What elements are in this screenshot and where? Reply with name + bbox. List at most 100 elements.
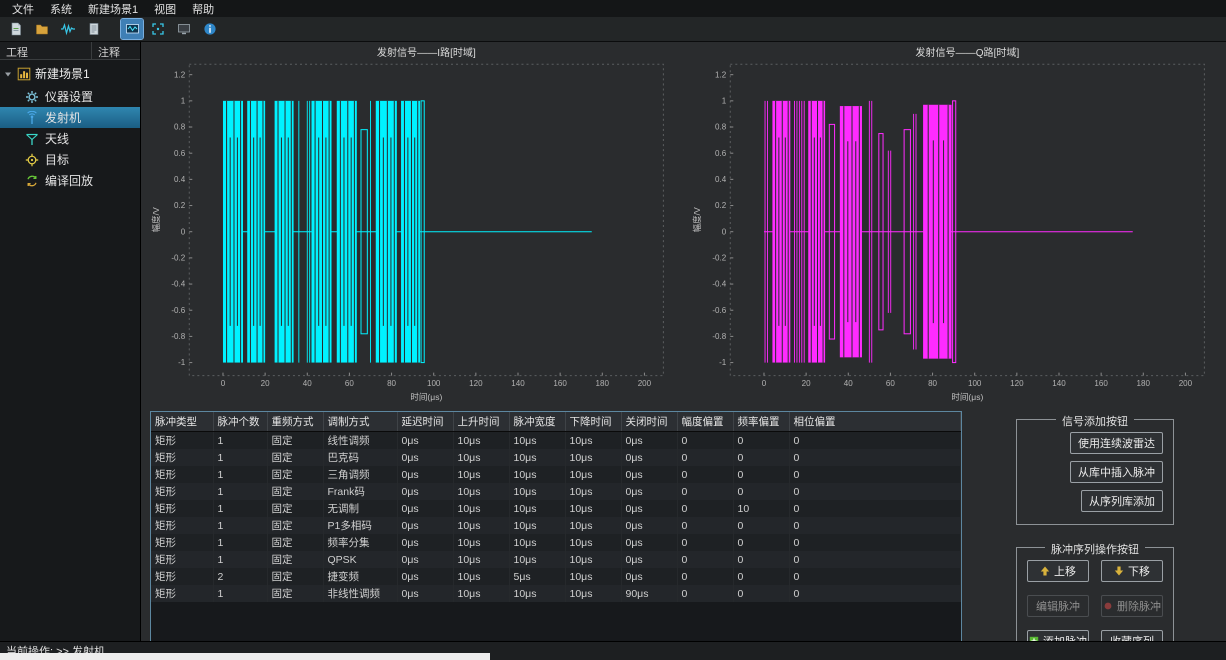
table-cell: 0 bbox=[733, 431, 790, 449]
sidebar-item-compile-replay[interactable]: 编译回放 bbox=[0, 170, 140, 191]
use-cw-radar-button[interactable]: 使用连续波雷达 bbox=[1070, 432, 1163, 454]
add-from-sequence-library-button[interactable]: 从序列库添加 bbox=[1081, 490, 1163, 512]
sidebar-root-label: 新建场景1 bbox=[35, 67, 90, 81]
table-cell: 10μs bbox=[565, 449, 622, 466]
column-header[interactable]: 下降时间 bbox=[565, 412, 622, 432]
tree-header-project: 工程 bbox=[0, 42, 92, 59]
sidebar-item-antenna[interactable]: 天线 bbox=[0, 128, 140, 149]
column-header[interactable]: 调制方式 bbox=[323, 412, 398, 432]
bottom-row: 脉冲类型 脉冲个数 重频方式 调制方式 延迟时间 上升时间 脉冲宽度 下降时间 关闭时间 幅度偏置… bbox=[141, 406, 1226, 660]
pulse-table: 脉冲类型 脉冲个数 重频方式 调制方式 延迟时间 上升时间 脉冲宽度 下降时间 关闭时间 幅度偏置… bbox=[151, 412, 961, 602]
tree-header-note: 注释 bbox=[98, 47, 120, 59]
table-cell: 0 bbox=[789, 483, 961, 500]
report-icon[interactable] bbox=[83, 19, 105, 39]
svg-text:0.8: 0.8 bbox=[715, 123, 727, 132]
table-cell: 0 bbox=[789, 431, 961, 449]
table-cell: 0μs bbox=[621, 483, 678, 500]
status-progress-strip bbox=[0, 653, 490, 660]
table-cell: 0μs bbox=[621, 500, 678, 517]
svg-text:幅度/V: 幅度/V bbox=[150, 207, 161, 233]
svg-text:发射信号——Q路[时域]: 发射信号——Q路[时域] bbox=[915, 46, 1019, 59]
open-folder-icon[interactable] bbox=[31, 19, 53, 39]
table-row[interactable]: 矩形 1 固定 线性调频 0μs 10μs 10μs 10μs 0μs 0 0 0 bbox=[151, 431, 961, 449]
svg-text:80: 80 bbox=[928, 379, 937, 388]
column-header[interactable]: 关闭时间 bbox=[621, 412, 678, 432]
table-cell: 0 bbox=[789, 500, 961, 517]
edit-pulse-button[interactable]: 编辑脉冲 bbox=[1027, 595, 1089, 617]
table-cell: 0 bbox=[733, 466, 790, 483]
table-cell: 矩形 bbox=[151, 534, 214, 551]
svg-text:0: 0 bbox=[181, 227, 186, 236]
sidebar-item-root[interactable]: 新建场景1 bbox=[0, 60, 140, 86]
table-cell: P1多相码 bbox=[323, 517, 398, 534]
table-row[interactable]: 矩形 1 固定 Frank码 0μs 10μs 10μs 10μs 0μs 0 0 0 bbox=[151, 483, 961, 500]
table-row[interactable]: 矩形 1 固定 三角调频 0μs 10μs 10μs 10μs 0μs 0 0 0 bbox=[151, 466, 961, 483]
delete-pulse-button[interactable]: 删除脉冲 bbox=[1101, 595, 1163, 617]
menu-bar: 文件 系统 新建场景1 视图 帮助 bbox=[0, 0, 1226, 17]
svg-text:20: 20 bbox=[801, 379, 810, 388]
screen-icon[interactable] bbox=[173, 19, 195, 39]
info-icon[interactable] bbox=[199, 19, 221, 39]
expander-icon[interactable] bbox=[4, 70, 12, 78]
table-row[interactable]: 矩形 1 固定 QPSK 0μs 10μs 10μs 10μs 0μs 0 0 0 bbox=[151, 551, 961, 568]
menu-item-3[interactable]: 新建场景1 bbox=[80, 0, 146, 18]
gear-icon bbox=[24, 89, 39, 104]
column-header[interactable]: 脉冲个数 bbox=[213, 412, 268, 432]
table-cell: 10μs bbox=[453, 568, 510, 585]
sidebar-item-label: 目标 bbox=[45, 153, 70, 167]
table-cell: 1 bbox=[213, 466, 268, 483]
table-cell: 10μs bbox=[565, 466, 622, 483]
svg-text:时间(μs): 时间(μs) bbox=[410, 391, 442, 402]
table-row[interactable]: 矩形 2 固定 捷变频 0μs 10μs 5μs 10μs 0μs 0 0 0 bbox=[151, 568, 961, 585]
sidebar-item-instrument-settings[interactable]: 仪器设置 bbox=[0, 86, 140, 107]
fit-view-icon[interactable] bbox=[147, 19, 169, 39]
column-header[interactable]: 延迟时间 bbox=[397, 412, 454, 432]
svg-text:40: 40 bbox=[843, 379, 852, 388]
display-toggle-button[interactable] bbox=[120, 18, 144, 40]
column-header[interactable]: 幅度偏置 bbox=[677, 412, 734, 432]
svg-text:180: 180 bbox=[596, 379, 610, 388]
menu-item-4[interactable]: 视图 bbox=[146, 0, 184, 18]
move-down-button[interactable]: 下移 bbox=[1101, 560, 1163, 582]
column-header[interactable]: 脉冲宽度 bbox=[509, 412, 566, 432]
waveform-icon[interactable] bbox=[57, 19, 79, 39]
table-cell: 1 bbox=[213, 534, 268, 551]
column-header[interactable]: 频率偏置 bbox=[733, 412, 790, 432]
column-header[interactable]: 脉冲类型 bbox=[151, 412, 214, 432]
svg-text:180: 180 bbox=[1136, 379, 1150, 388]
table-row[interactable]: 矩形 1 固定 P1多相码 0μs 10μs 10μs 10μs 0μs 0 0 0 bbox=[151, 517, 961, 534]
sidebar-item-target[interactable]: 目标 bbox=[0, 149, 140, 170]
table-row[interactable]: 矩形 1 固定 巴克码 0μs 10μs 10μs 10μs 0μs 0 0 0 bbox=[151, 449, 961, 466]
table-row[interactable]: 矩形 1 固定 非线性调频 0μs 10μs 10μs 10μs 90μs 0 0 0 bbox=[151, 585, 961, 602]
column-header[interactable]: 重频方式 bbox=[267, 412, 324, 432]
svg-text:-1: -1 bbox=[719, 358, 727, 367]
column-header[interactable]: 上升时间 bbox=[453, 412, 510, 432]
insert-pulse-from-library-button[interactable]: 从库中插入脉冲 bbox=[1070, 461, 1163, 483]
table-cell: 非线性调频 bbox=[323, 585, 398, 602]
menu-item-1[interactable]: 文件 bbox=[4, 0, 42, 18]
table-cell: 0μs bbox=[397, 449, 454, 466]
table-cell: 矩形 bbox=[151, 483, 214, 500]
svg-text:200: 200 bbox=[638, 379, 652, 388]
svg-text:-0.2: -0.2 bbox=[712, 253, 726, 262]
sidebar-item-transmitter[interactable]: 发射机 bbox=[0, 107, 140, 128]
table-cell: 0μs bbox=[621, 466, 678, 483]
svg-text:-0.2: -0.2 bbox=[171, 253, 185, 262]
svg-text:0: 0 bbox=[761, 379, 766, 388]
svg-text:-0.8: -0.8 bbox=[712, 332, 726, 341]
svg-text:0.2: 0.2 bbox=[174, 201, 186, 210]
table-cell: 线性调频 bbox=[323, 431, 398, 449]
table-row[interactable]: 矩形 1 固定 无调制 0μs 10μs 10μs 10μs 0μs 0 10 0 bbox=[151, 500, 961, 517]
table-cell: QPSK bbox=[323, 551, 398, 568]
svg-text:60: 60 bbox=[345, 379, 354, 388]
menu-item-2[interactable]: 系统 bbox=[42, 0, 80, 18]
menu-item-5[interactable]: 帮助 bbox=[184, 0, 222, 18]
new-file-icon[interactable] bbox=[5, 19, 27, 39]
table-cell: Frank码 bbox=[323, 483, 398, 500]
move-up-button[interactable]: 上移 bbox=[1027, 560, 1089, 582]
table-cell: 10μs bbox=[565, 500, 622, 517]
table-row[interactable]: 矩形 1 固定 频率分集 0μs 10μs 10μs 10μs 0μs 0 0 0 bbox=[151, 534, 961, 551]
table-cell: 10μs bbox=[453, 517, 510, 534]
table-cell: 0 bbox=[733, 483, 790, 500]
column-header[interactable]: 相位偏置 bbox=[789, 412, 961, 432]
